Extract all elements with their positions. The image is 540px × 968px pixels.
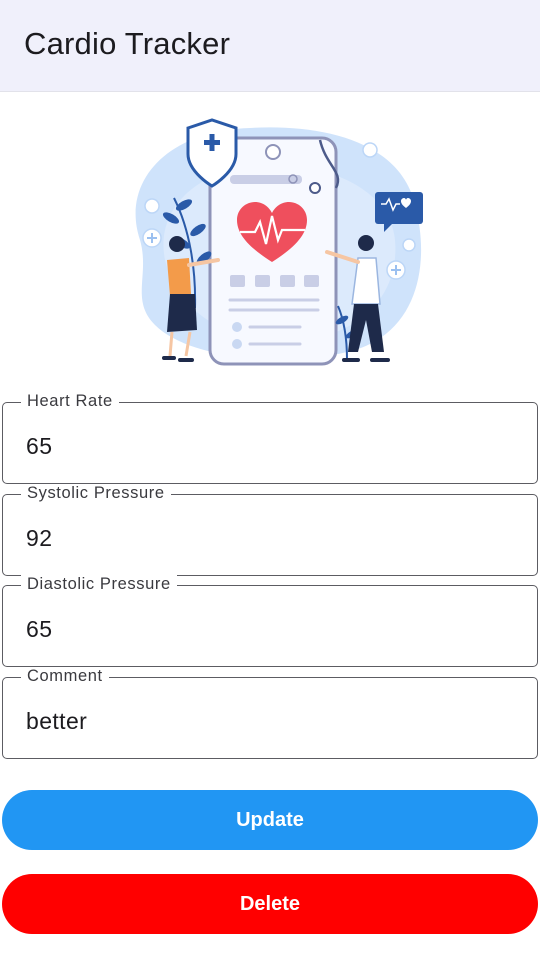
- systolic-pressure-input[interactable]: 92: [26, 525, 52, 552]
- comment-input[interactable]: better: [26, 708, 87, 735]
- heart-rate-input[interactable]: 65: [26, 433, 52, 460]
- app-bar: Cardio Tracker: [0, 0, 540, 92]
- health-check-illustration: [100, 110, 440, 372]
- update-button[interactable]: Update: [2, 790, 538, 850]
- app-title: Cardio Tracker: [24, 26, 231, 61]
- diastolic-pressure-input[interactable]: 65: [26, 616, 52, 643]
- systolic-pressure-label: Systolic Pressure: [21, 484, 171, 503]
- systolic-pressure-field[interactable]: Systolic Pressure 92: [2, 484, 538, 576]
- comment-field[interactable]: Comment better: [2, 667, 538, 759]
- diastolic-pressure-field[interactable]: Diastolic Pressure 65: [2, 575, 538, 667]
- comment-label: Comment: [21, 667, 109, 686]
- heart-rate-field[interactable]: Heart Rate 65: [2, 392, 538, 484]
- diastolic-pressure-label: Diastolic Pressure: [21, 575, 177, 594]
- delete-button[interactable]: Delete: [2, 874, 538, 934]
- heart-rate-label: Heart Rate: [21, 392, 119, 411]
